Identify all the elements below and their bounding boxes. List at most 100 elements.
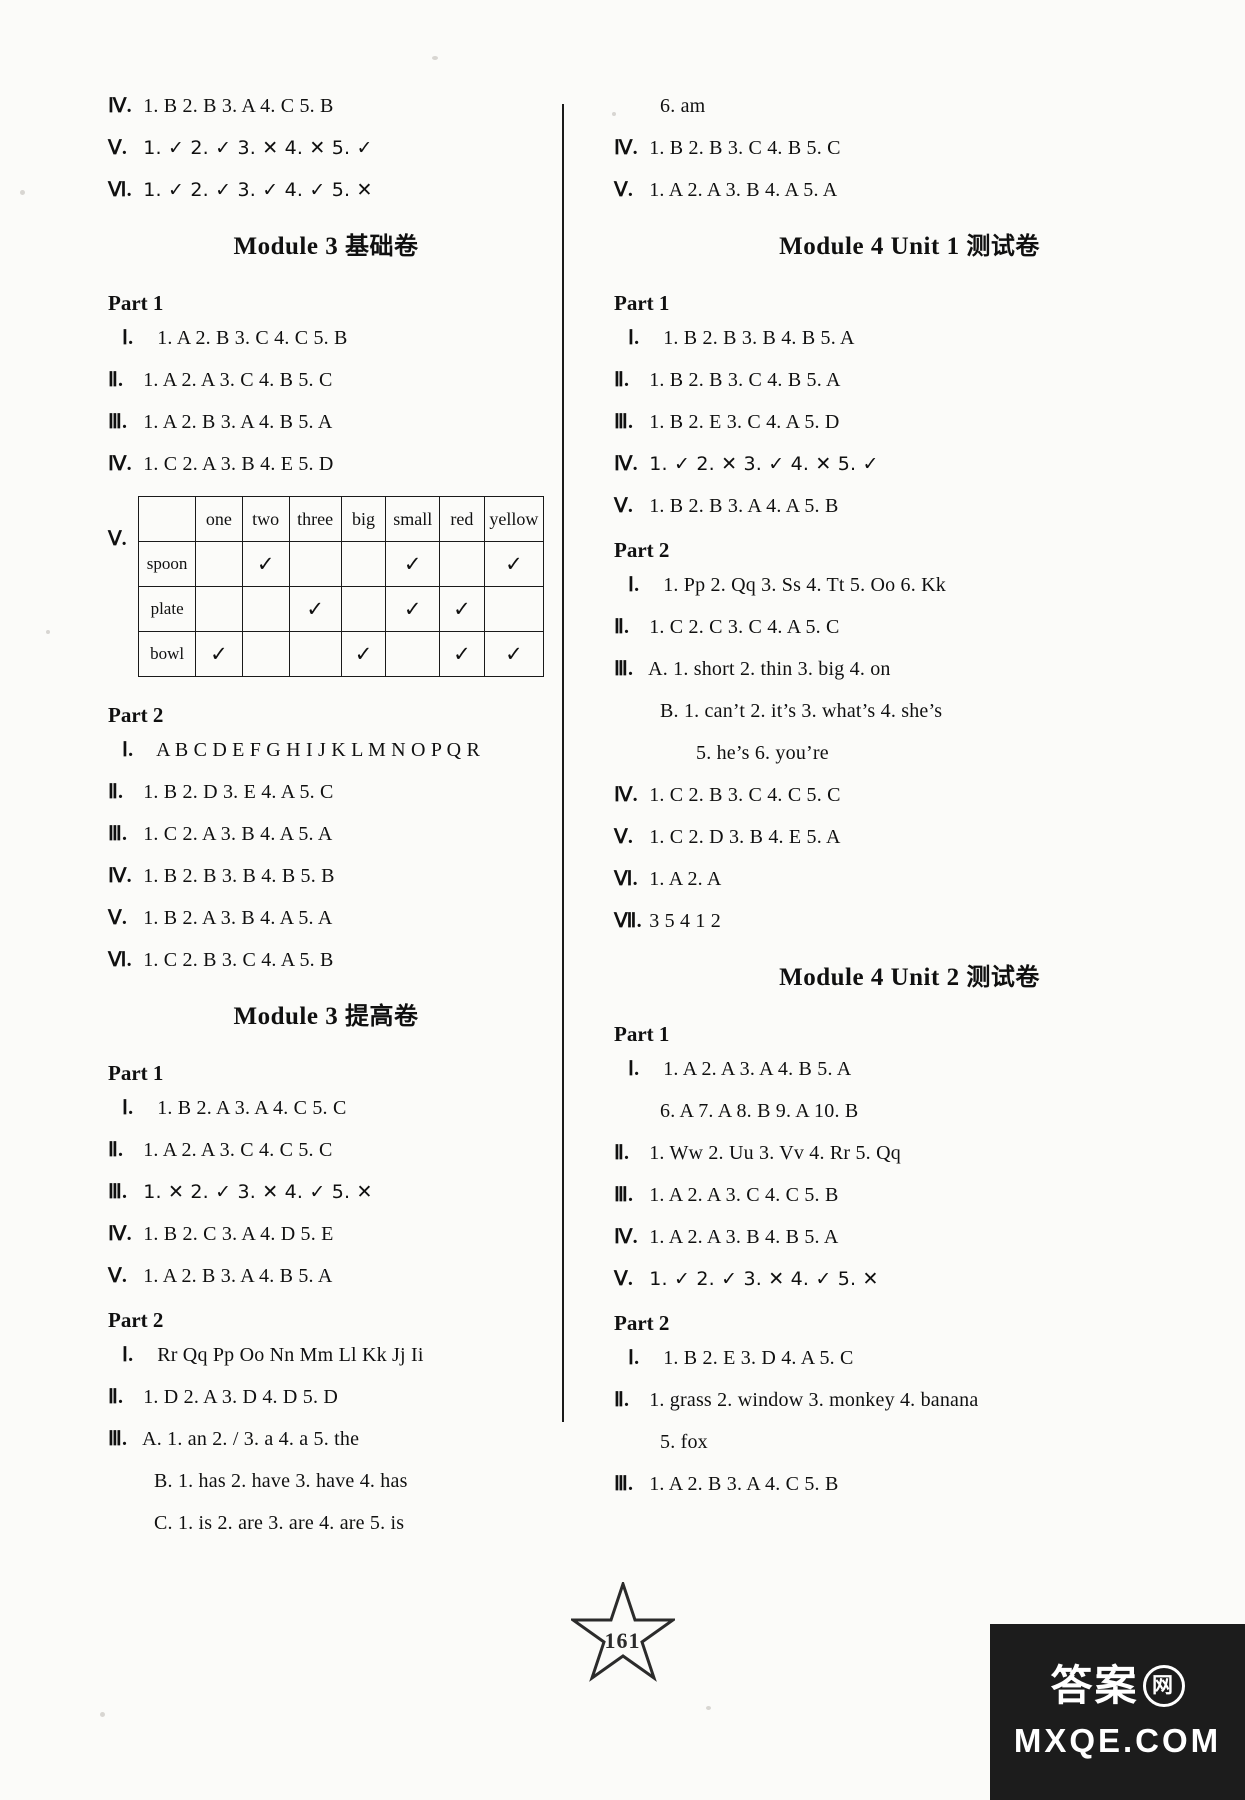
roman-numeral: Ⅳ. [108,865,132,887]
answer-text: 1. C 2. A 3. B 4. E 5. D [143,453,334,475]
answer-text: 1. Pp 2. Qq 3. Ss 4. Tt 5. Oo 6. Kk [663,574,946,596]
table-roman-numeral: Ⅴ. [108,528,127,550]
answer-line: Ⅲ. 1. A 2. B 3. A 4. B 5. A [108,412,544,432]
page-footer: 161 答案 网 MXQE.COM [0,1582,1245,1800]
answer-text: 1. B 2. B 3. B 4. B 5. B [143,865,335,887]
right-column: 6. am Ⅳ. 1. B 2. B 3. C 4. B 5. C Ⅴ. 1. … [562,0,1245,1800]
answer-text: 1. B 2. E 3. C 4. A 5. D [649,411,840,433]
roman-numeral: Ⅱ. [614,369,630,391]
answer-text: 1. C 2. B 3. C 4. A 5. B [143,949,334,971]
section-title-en: Module 4 Unit 1 [779,233,967,260]
roman-numeral: Ⅱ. [108,781,124,803]
answer-line: Ⅱ. 1. grass 2. window 3. monkey 4. banan… [614,1390,1205,1410]
roman-numeral: Ⅳ. [614,784,638,806]
table-col-header: big [340,496,387,542]
answer-line: Ⅲ. 1. A 2. A 3. C 4. C 5. B [614,1185,1205,1205]
table-col-header: three [288,496,342,542]
answer-line: 5. fox [614,1432,1205,1452]
table-cell [340,541,387,587]
table-cell: ✓ [483,631,545,677]
answer-text: 1. C 2. B 3. C 4. C 5. C [649,784,841,806]
roman-numeral: Ⅳ. [614,1226,638,1248]
part-label-2: Part 2 [614,538,670,562]
answer-text: 1. A 2. B 3. A 4. B 5. A [143,1265,333,1287]
answer-line: Ⅲ. A. 1. an 2. / 3. a 4. a 5. the [108,1429,544,1449]
answer-line: B. 1. has 2. have 3. have 4. has [108,1471,544,1491]
roman-numeral: Ⅴ. [614,495,634,517]
answer-text: 1. ✓ 2. ✓ 3. ✓ 4. ✓ 5. ✕ [143,179,373,201]
answer-text: 5. fox [660,1431,708,1453]
answer-line: Ⅰ. Rr Qq Pp Oo Nn Mm Ll Kk Jj Ii [108,1345,544,1365]
answer-line: Ⅰ. 1. A 2. A 3. A 4. B 5. A [614,1059,1205,1079]
answer-line: Ⅱ. 1. A 2. A 3. C 4. C 5. C [108,1140,544,1160]
check-mark: ✓ [403,597,422,621]
left-column: Ⅳ. 1. B 2. B 3. A 4. C 5. B Ⅴ. 1. ✓ 2. ✓… [0,0,562,1800]
check-mark: ✓ [453,597,471,621]
table-cell: ✓ [439,586,485,632]
roman-numeral: Ⅴ. [108,1265,128,1287]
section-title-cn: 基础卷 [344,232,419,260]
roman-numeral: Ⅴ. [108,907,128,929]
section-title-cn: 提高卷 [344,1002,419,1030]
check-mark: ✓ [210,642,228,666]
answer-line: Ⅳ. 1. B 2. B 3. B 4. B 5. B [108,866,544,886]
check-mark: ✓ [354,642,373,666]
roman-numeral: Ⅰ. [122,739,134,761]
answer-text: 1. A 2. A 3. B 4. B 5. A [649,1226,839,1248]
roman-numeral: Ⅲ. [108,411,128,433]
part-label-1: Part 1 [614,291,670,315]
answer-table: one two three big small red yellow spoon… [137,496,545,677]
answer-text: 1. B 2. D 3. E 4. A 5. C [143,781,334,803]
roman-numeral: Ⅲ. [108,823,128,845]
section-title-en: Module 3 [233,233,345,260]
table-cell: ✓ [340,631,387,677]
answer-text: 1. B 2. C 3. A 4. D 5. E [143,1223,334,1245]
roman-numeral: Ⅵ. [614,868,638,890]
watermark-chinese: 答案 网 [1050,1660,1185,1710]
section-title-cn: 测试卷 [966,963,1040,991]
answer-text: 1. Ww 2. Uu 3. Vv 4. Rr 5. Qq [649,1142,901,1164]
answer-line: B. 1. can’t 2. it’s 3. what’s 4. she’s [614,701,1205,721]
table-cell [340,586,387,632]
answer-text: 1. B 2. E 3. D 4. A 5. C [663,1347,854,1369]
answer-line: Ⅲ. 1. B 2. E 3. C 4. A 5. D [614,412,1205,432]
answer-text: B. 1. can’t 2. it’s 3. what’s 4. she’s [660,700,943,722]
table-row-header: spoon [137,541,197,587]
answer-text: 1. ✓ 2. ✓ 3. ✕ 4. ✕ 5. ✓ [143,137,373,159]
table-col-header: one [195,496,243,542]
section-title-en: Module 3 [233,1003,345,1030]
table-col-header: small [385,496,441,542]
answer-text: 1. A 2. A 3. A 4. B 5. A [663,1058,852,1080]
roman-numeral: Ⅰ. [122,327,134,349]
table-cell [195,586,243,632]
table-row: spoon ✓ ✓ ✓ [137,541,545,587]
roman-numeral: Ⅳ. [614,453,638,475]
answer-text: B. 1. has 2. have 3. have 4. has [154,1470,408,1492]
answer-line: Ⅱ. 1. B 2. B 3. C 4. B 5. A [614,370,1205,390]
answer-text: 1. B 2. B 3. C 4. B 5. A [649,369,841,391]
roman-numeral: Ⅰ. [122,1097,134,1119]
answer-text: A. 1. an 2. / 3. a 4. a 5. the [142,1428,360,1450]
table-cell: ✓ [288,586,342,632]
answer-text: 6. A 7. A 8. B 9. A 10. B [660,1100,859,1122]
section-title-en: Module 4 Unit 2 [779,964,967,991]
answer-line: 6. am [614,96,1205,116]
answer-line: Ⅴ. 1. C 2. D 3. B 4. E 5. A [614,827,1205,847]
answer-text: A B C D E F G H I J K L M N O P Q R [156,739,480,761]
roman-numeral: Ⅲ. [614,658,634,680]
section-title-module3-advanced: Module 3 提高卷 [108,996,544,1031]
table-cell [385,631,441,677]
section-title-module4-unit1: Module 4 Unit 1 测试卷 [614,226,1205,261]
answer-text: 1. B 2. B 3. A 4. A 5. B [649,495,839,517]
answer-text: 5. he’s 6. you’re [696,742,829,764]
table-col-header: yellow [483,496,545,542]
check-mark: ✓ [306,597,324,621]
answer-text: 1. A 2. A [649,868,722,890]
answer-text: 1. A 2. B 3. A 4. C 5. B [649,1473,839,1495]
roman-numeral: Ⅰ. [122,1344,134,1366]
answer-line: Ⅱ. 1. B 2. D 3. E 4. A 5. C [108,782,544,802]
answer-line: Ⅴ. 1. A 2. A 3. B 4. A 5. A [614,180,1205,200]
scanned-page: Ⅳ. 1. B 2. B 3. A 4. C 5. B Ⅴ. 1. ✓ 2. ✓… [0,0,1245,1800]
watermark-cn-text: 答案 [1050,1660,1139,1710]
answer-text: 1. B 2. B 3. B 4. B 5. A [663,327,855,349]
